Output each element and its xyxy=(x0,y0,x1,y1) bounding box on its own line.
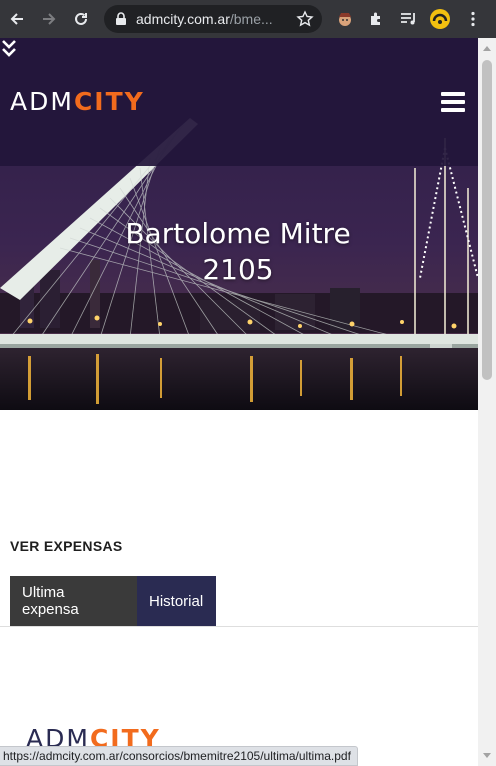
lock-icon[interactable] xyxy=(114,12,128,26)
kebab-menu-icon[interactable] xyxy=(462,8,484,30)
tab-ultima-expensa[interactable]: Ultima expensa xyxy=(10,576,137,626)
scroll-down-arrow-icon[interactable] xyxy=(483,753,491,758)
avatar-extension-icon[interactable] xyxy=(334,8,356,30)
building-title: Bartolome Mitre 2105 xyxy=(80,216,396,288)
url-path: /bme... xyxy=(229,11,273,27)
logo-text-adm: ADM xyxy=(10,87,74,116)
page-scrollbar[interactable] xyxy=(478,38,496,766)
tab-historial[interactable]: Historial xyxy=(137,576,216,626)
reload-icon[interactable] xyxy=(69,7,93,31)
scroll-up-arrow-icon[interactable] xyxy=(483,46,491,51)
building-title-line2: 2105 xyxy=(202,253,274,286)
expensas-tabs: Ultima expensa Historial xyxy=(10,576,216,626)
scroll-thumb[interactable] xyxy=(482,60,492,380)
address-bar[interactable]: admcity.com.ar/bme... xyxy=(104,5,322,33)
url-host: admcity.com.ar xyxy=(136,11,230,27)
hamburger-menu-icon[interactable] xyxy=(441,92,465,112)
double-chevron-down-icon[interactable] xyxy=(0,38,18,58)
url-text: admcity.com.ar/bme... xyxy=(136,11,286,27)
section-title: VER EXPENSAS xyxy=(10,538,123,554)
site-logo[interactable]: ADMCITY xyxy=(10,87,145,116)
back-arrow-icon[interactable] xyxy=(5,7,29,31)
page-viewport: ADMCITY Bartolome Mitre 2105 VER EXPENSA… xyxy=(0,38,478,766)
star-icon[interactable] xyxy=(296,10,314,28)
logo-text-city: CITY xyxy=(73,87,145,116)
puzzle-extension-icon[interactable] xyxy=(365,8,387,30)
tabs-divider xyxy=(0,626,478,627)
link-status-bar: https://admcity.com.ar/consorcios/bmemit… xyxy=(0,746,358,766)
building-title-line1: Bartolome Mitre xyxy=(125,217,351,250)
media-queue-icon[interactable] xyxy=(398,8,420,30)
hero-banner: ADMCITY Bartolome Mitre 2105 xyxy=(0,38,478,410)
forward-arrow-icon[interactable] xyxy=(37,7,61,31)
browser-toolbar: admcity.com.ar/bme... xyxy=(0,0,496,38)
profile-avatar-icon[interactable] xyxy=(429,8,451,30)
